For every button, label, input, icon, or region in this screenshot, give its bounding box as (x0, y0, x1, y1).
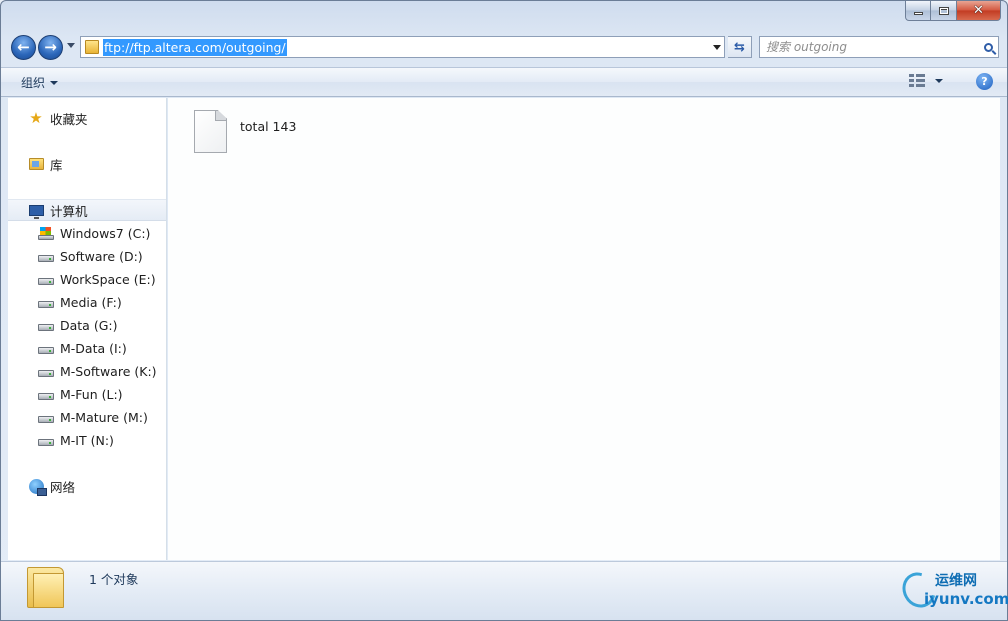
sidebar-item-drive-m[interactable]: M-Mature (M:) (8, 406, 166, 428)
network-icon (28, 478, 47, 496)
minimize-icon (913, 12, 923, 15)
sidebar-item-drive-e[interactable]: WorkSpace (E:) (8, 268, 166, 290)
sidebar-item-drive-g[interactable]: Data (G:) (8, 314, 166, 336)
forward-arrow-icon: → (44, 38, 57, 56)
library-icon (28, 158, 44, 170)
sidebar-item-drive-k[interactable]: M-Software (K:) (8, 360, 166, 382)
sidebar-item-drive-l[interactable]: M-Fun (L:) (8, 383, 166, 405)
sidebar-item-label: Data (G:) (60, 317, 118, 333)
sidebar-item-label: M-Mature (M:) (60, 409, 148, 425)
sidebar-item-label: WorkSpace (E:) (60, 271, 156, 287)
back-arrow-icon: ← (17, 38, 30, 56)
folder-icon (85, 40, 99, 54)
file-list-pane[interactable]: total 143 (168, 98, 1000, 560)
drive-icon (38, 346, 54, 354)
minimize-button[interactable] (905, 1, 931, 21)
maximize-icon (938, 6, 949, 15)
sidebar-item-drive-c[interactable]: Windows7 (C:) (8, 222, 166, 244)
drive-icon (38, 369, 54, 377)
sidebar-item-libraries[interactable]: 库 (8, 153, 166, 175)
chevron-down-icon (935, 79, 943, 83)
drive-icon (38, 438, 54, 446)
file-item[interactable]: total 143 (194, 110, 296, 153)
computer-icon (28, 204, 44, 219)
navigation-pane: ★ 收藏夹 库 计算机 Windows7 (C:) Software (D:) … (8, 98, 167, 560)
explorer-window: ✕ ← → ftp://ftp.altera.com/outgoing/ ⇆ 组… (0, 0, 1008, 621)
sidebar-item-label: Media (F:) (60, 294, 122, 310)
help-icon: ? (981, 75, 988, 88)
sidebar-item-favorites[interactable]: ★ 收藏夹 (8, 107, 166, 129)
sidebar-item-label: 库 (50, 157, 63, 173)
address-text[interactable]: ftp://ftp.altera.com/outgoing/ (103, 38, 287, 56)
close-button[interactable]: ✕ (957, 1, 1001, 21)
drive-icon (38, 254, 54, 262)
search-button[interactable] (978, 42, 998, 52)
drive-icon (38, 277, 54, 285)
folder-icon (27, 567, 64, 608)
search-input[interactable] (760, 40, 978, 54)
sidebar-item-label: 网络 (50, 479, 76, 495)
sidebar-item-drive-i[interactable]: M-Data (I:) (8, 337, 166, 359)
back-button[interactable]: ← (11, 35, 36, 60)
organize-button[interactable]: 组织 (21, 74, 59, 91)
star-icon: ★ (29, 108, 43, 127)
sidebar-item-label: 收藏夹 (50, 111, 88, 127)
sidebar-item-label: M-Data (I:) (60, 340, 127, 356)
chevron-down-icon (50, 80, 59, 85)
sidebar-item-label: M-Fun (L:) (60, 386, 123, 402)
command-bar: 组织 ? (1, 67, 1007, 97)
recent-pages-dropdown[interactable] (67, 43, 75, 48)
file-name: total 143 (240, 119, 297, 134)
maximize-button[interactable] (931, 1, 957, 21)
drive-icon (38, 392, 54, 400)
sidebar-item-label: 计算机 (50, 203, 88, 219)
item-count: 1 个对象 (89, 572, 139, 587)
drive-icon (38, 300, 54, 308)
refresh-button[interactable]: ⇆ (728, 36, 752, 58)
watermark-url: iyunv.com (924, 590, 1008, 608)
sidebar-item-network[interactable]: 网络 (8, 475, 166, 497)
file-icon (194, 110, 227, 153)
address-dropdown-icon[interactable] (713, 45, 721, 50)
sidebar-item-label: M-Software (K:) (60, 363, 157, 379)
search-icon (983, 42, 993, 52)
drive-icon (38, 323, 54, 331)
caption-buttons: ✕ (905, 1, 1001, 21)
sidebar-item-label: Windows7 (C:) (60, 225, 151, 241)
sidebar-item-label: M-IT (N:) (60, 432, 114, 448)
refresh-icon: ⇆ (734, 39, 745, 55)
drive-icon (38, 415, 54, 423)
sidebar-item-drive-n[interactable]: M-IT (N:) (8, 429, 166, 451)
address-bar[interactable]: ftp://ftp.altera.com/outgoing/ (80, 36, 725, 58)
navigation-bar: ← → ftp://ftp.altera.com/outgoing/ ⇆ (9, 33, 1001, 61)
watermark-text: 运维网 (935, 573, 977, 589)
organize-label: 组织 (21, 76, 46, 90)
close-icon: ✕ (973, 3, 984, 18)
details-pane: 1 个对象 运维网 iyunv.com (1, 561, 1008, 620)
windows-drive-icon (38, 226, 54, 240)
help-button[interactable]: ? (976, 73, 993, 90)
forward-button[interactable]: → (38, 35, 63, 60)
watermark-logo: 运维网 iyunv.com (896, 566, 1008, 614)
sidebar-item-computer[interactable]: 计算机 (8, 199, 166, 221)
sidebar-item-label: Software (D:) (60, 248, 143, 264)
sidebar-item-drive-d[interactable]: Software (D:) (8, 245, 166, 267)
change-view-button[interactable] (909, 74, 943, 88)
search-box[interactable] (759, 36, 999, 58)
details-view-icon (909, 74, 925, 88)
sidebar-item-drive-f[interactable]: Media (F:) (8, 291, 166, 313)
